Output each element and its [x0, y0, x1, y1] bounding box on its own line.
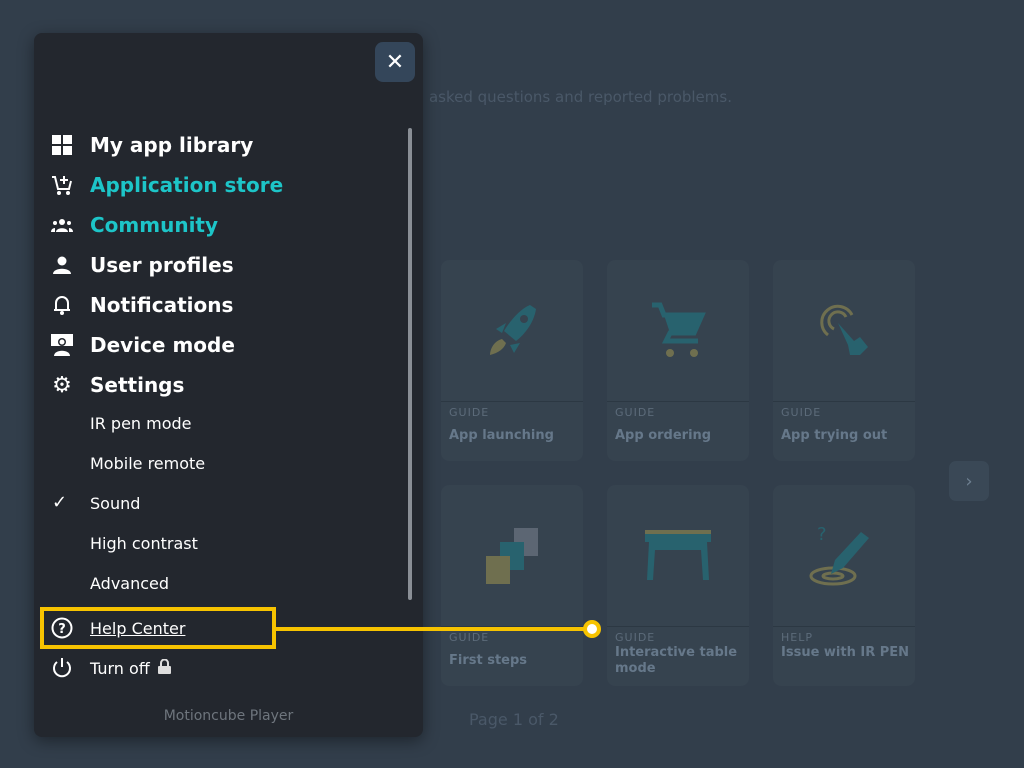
setting-mobile-remote[interactable]: Mobile remote — [90, 452, 205, 476]
card-app-launching[interactable]: GUIDE App launching — [441, 260, 583, 461]
card-title: App trying out — [781, 428, 888, 443]
card-first-steps[interactable]: GUIDE First steps — [441, 485, 583, 686]
menu-item-notifications[interactable]: Notifications — [50, 289, 233, 321]
annotation-line — [276, 627, 592, 631]
card-tag: HELP — [781, 631, 813, 644]
card-title: Issue with IR PEN — [781, 645, 910, 660]
card-title: Interactive table mode — [615, 645, 738, 676]
card-issue-with-ir-pen[interactable]: ? HELP Issue with IR PEN — [773, 485, 915, 686]
table-icon — [607, 485, 749, 626]
scrollbar[interactable] — [408, 128, 412, 600]
card-app-ordering[interactable]: GUIDE App ordering — [607, 260, 749, 461]
next-page-button[interactable]: › — [949, 461, 989, 501]
card-title: App ordering — [615, 428, 712, 443]
page-info: Page 1 of 2 — [469, 710, 559, 729]
app-name-footer: Motioncube Player — [163, 708, 294, 724]
card-tag: GUIDE — [615, 406, 656, 419]
group-icon — [50, 213, 74, 237]
card-title: First steps — [449, 653, 528, 668]
turn-off-button[interactable]: Turn off — [50, 653, 171, 683]
cart-icon — [607, 260, 749, 401]
lock-icon — [157, 658, 171, 678]
touch-icon — [773, 260, 915, 401]
highlight-box — [40, 607, 276, 649]
person-icon — [50, 253, 74, 277]
menu-item-application-store[interactable]: Application store — [50, 169, 283, 201]
setting-sound[interactable]: Sound — [90, 492, 140, 516]
rocket-icon — [441, 260, 583, 401]
annotation-dot — [583, 620, 601, 638]
card-interactive-table-mode[interactable]: GUIDE Interactive table mode — [607, 485, 749, 686]
gear-icon: ⚙ — [52, 372, 72, 398]
cart-plus-icon — [50, 173, 74, 197]
card-app-trying-out[interactable]: GUIDE App trying out — [773, 260, 915, 461]
chevron-right-icon: › — [965, 470, 973, 492]
card-tag: GUIDE — [449, 631, 490, 644]
setting-ir-pen-mode[interactable]: IR pen mode — [90, 412, 192, 436]
check-icon: ✓ — [52, 492, 68, 513]
card-tag: GUIDE — [449, 406, 490, 419]
svg-text:?: ? — [817, 524, 827, 545]
card-title: App launching — [449, 428, 554, 443]
power-icon — [50, 657, 74, 679]
bell-icon — [50, 293, 74, 317]
menu-item-community[interactable]: Community — [50, 209, 218, 241]
menu-item-user-profiles[interactable]: User profiles — [50, 249, 234, 281]
setting-high-contrast[interactable]: High contrast — [90, 532, 198, 556]
menu-item-settings[interactable]: ⚙ Settings — [50, 369, 184, 401]
card-tag: GUIDE — [615, 631, 656, 644]
steps-icon — [441, 485, 583, 626]
close-button[interactable]: ✕ — [375, 42, 415, 82]
setting-advanced[interactable]: Advanced — [90, 572, 169, 596]
card-tag: GUIDE — [781, 406, 822, 419]
menu-item-my-app-library[interactable]: My app library — [50, 129, 253, 161]
grid-icon — [50, 133, 74, 157]
pen-icon: ? — [773, 485, 915, 626]
close-icon: ✕ — [385, 49, 405, 74]
device-icon — [50, 333, 74, 357]
menu-item-device-mode[interactable]: Device mode — [50, 329, 235, 361]
